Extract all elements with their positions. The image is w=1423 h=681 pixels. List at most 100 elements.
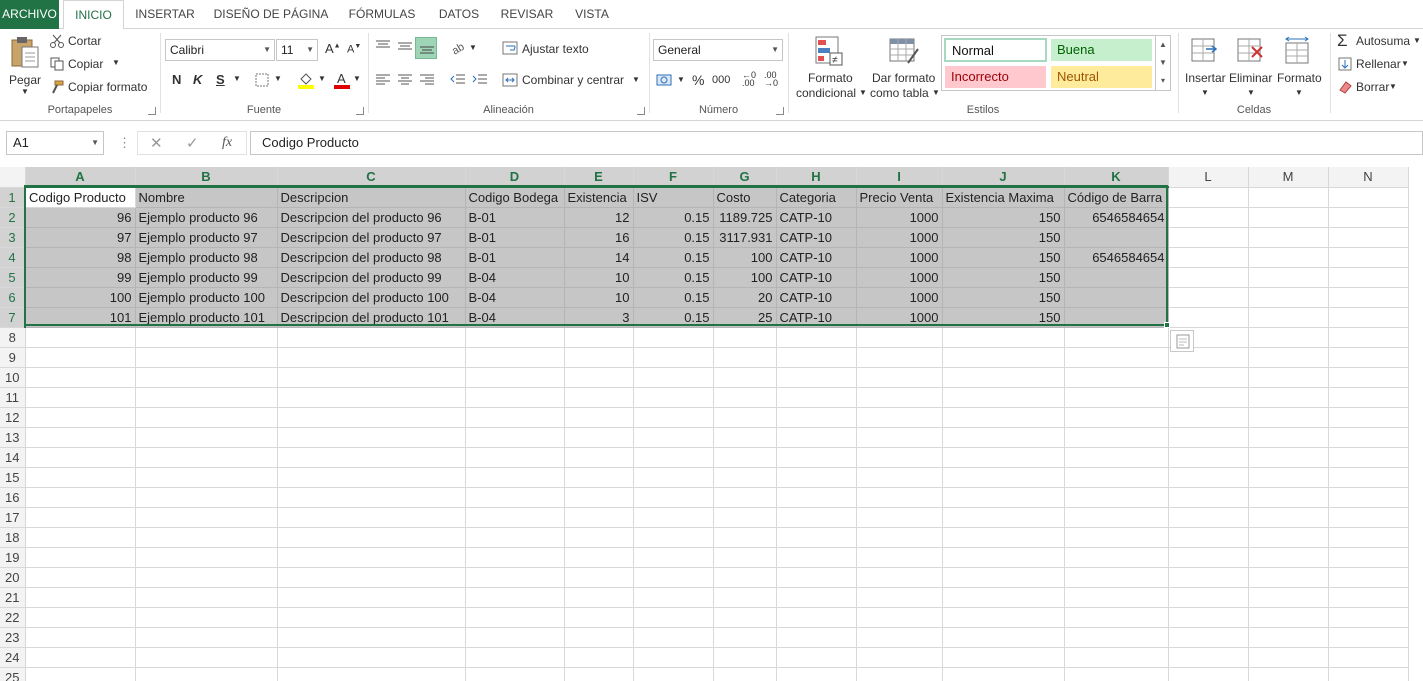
cell[interactable]	[1248, 647, 1329, 668]
cell[interactable]	[776, 527, 857, 548]
cell[interactable]: B-01	[465, 247, 565, 268]
paste-button[interactable]: Pegar ▼	[6, 33, 44, 99]
cell[interactable]	[465, 427, 565, 448]
cell[interactable]: 1189.725	[713, 207, 777, 228]
cell[interactable]	[564, 487, 634, 508]
cell[interactable]: 0.15	[633, 307, 714, 328]
check-icon[interactable]: ✓	[186, 134, 199, 152]
cell[interactable]	[1064, 287, 1169, 308]
cell[interactable]	[1064, 547, 1169, 568]
cell[interactable]: 98	[25, 247, 136, 268]
cell[interactable]	[277, 347, 466, 368]
cell[interactable]	[856, 627, 943, 648]
cell[interactable]: 1000	[856, 287, 943, 308]
cell[interactable]	[713, 387, 777, 408]
cell[interactable]	[465, 527, 565, 548]
font-name-dropdown[interactable]: Calibri ▼	[165, 39, 275, 61]
cell[interactable]	[465, 367, 565, 388]
row-header[interactable]: 2	[0, 207, 26, 228]
gallery-expand-icon[interactable]: ▾	[1156, 72, 1170, 90]
font-color-icon[interactable]: A	[334, 71, 350, 89]
cell[interactable]	[25, 427, 136, 448]
cell[interactable]	[942, 587, 1065, 608]
cell[interactable]	[465, 347, 565, 368]
percent-button[interactable]: %	[692, 72, 704, 88]
cell[interactable]	[1168, 507, 1249, 528]
fill-handle[interactable]	[1164, 322, 1170, 328]
cell[interactable]	[1168, 207, 1249, 228]
cell[interactable]	[633, 347, 714, 368]
delete-cells-button[interactable]: Eliminar ▼	[1228, 33, 1274, 101]
cell[interactable]	[25, 347, 136, 368]
cell[interactable]	[277, 627, 466, 648]
cell[interactable]	[633, 547, 714, 568]
row-header[interactable]: 23	[0, 627, 26, 648]
cell[interactable]	[942, 467, 1065, 488]
grow-font-icon[interactable]: A▲	[325, 41, 341, 56]
cell[interactable]	[135, 667, 278, 681]
cell[interactable]: 97	[25, 227, 136, 248]
cell[interactable]	[1064, 227, 1169, 248]
row-header[interactable]: 1	[0, 187, 26, 208]
cell[interactable]	[1064, 487, 1169, 508]
cell[interactable]: Codigo Bodega	[465, 187, 565, 208]
cell[interactable]	[713, 527, 777, 548]
cell[interactable]	[856, 487, 943, 508]
cell[interactable]	[713, 367, 777, 388]
dialog-launcher-icon[interactable]	[776, 107, 784, 115]
cell[interactable]	[564, 627, 634, 648]
cell[interactable]	[942, 507, 1065, 528]
cell[interactable]	[1328, 427, 1409, 448]
cell[interactable]: B-04	[465, 287, 565, 308]
cell[interactable]	[633, 367, 714, 388]
cell[interactable]: Nombre	[135, 187, 278, 208]
cell[interactable]	[1328, 327, 1409, 348]
cell[interactable]	[135, 407, 278, 428]
cell[interactable]: B-04	[465, 267, 565, 288]
cell[interactable]	[633, 507, 714, 528]
cell[interactable]	[856, 607, 943, 628]
cell[interactable]	[25, 587, 136, 608]
dialog-launcher-icon[interactable]	[356, 107, 364, 115]
cell[interactable]: B-01	[465, 227, 565, 248]
tab-formulas[interactable]: FÓRMULAS	[343, 0, 421, 29]
cell[interactable]	[1064, 647, 1169, 668]
cell[interactable]	[25, 667, 136, 681]
row-header[interactable]: 11	[0, 387, 26, 408]
cell[interactable]	[1064, 667, 1169, 681]
cell[interactable]	[1248, 547, 1329, 568]
row-header[interactable]: 22	[0, 607, 26, 628]
cell[interactable]	[1248, 287, 1329, 308]
cell[interactable]	[1248, 587, 1329, 608]
cell[interactable]: Código de Barra	[1064, 187, 1169, 208]
cell[interactable]: CATP-10	[776, 247, 857, 268]
copy-button[interactable]: Copiar	[68, 57, 103, 71]
cell[interactable]	[135, 507, 278, 528]
cell[interactable]	[633, 527, 714, 548]
cell[interactable]	[135, 347, 278, 368]
cell[interactable]	[776, 567, 857, 588]
cell[interactable]	[564, 347, 634, 368]
cell[interactable]	[465, 407, 565, 428]
cell[interactable]	[713, 647, 777, 668]
row-header[interactable]: 24	[0, 647, 26, 668]
cell[interactable]: 150	[942, 247, 1065, 268]
cell[interactable]	[1328, 587, 1409, 608]
cell[interactable]	[856, 387, 943, 408]
cell[interactable]	[1064, 627, 1169, 648]
cell[interactable]: CATP-10	[776, 287, 857, 308]
cell[interactable]	[942, 447, 1065, 468]
cell[interactable]	[25, 387, 136, 408]
fill-color-icon[interactable]	[298, 71, 314, 89]
cell[interactable]	[1248, 407, 1329, 428]
cell[interactable]: 150	[942, 267, 1065, 288]
cell[interactable]: 1000	[856, 267, 943, 288]
cell[interactable]	[465, 647, 565, 668]
cell[interactable]	[1328, 507, 1409, 528]
cell[interactable]	[1064, 267, 1169, 288]
cell[interactable]	[713, 547, 777, 568]
cell[interactable]	[1064, 367, 1169, 388]
column-header[interactable]: D	[465, 167, 565, 188]
cell[interactable]	[776, 427, 857, 448]
cell[interactable]: Categoria	[776, 187, 857, 208]
